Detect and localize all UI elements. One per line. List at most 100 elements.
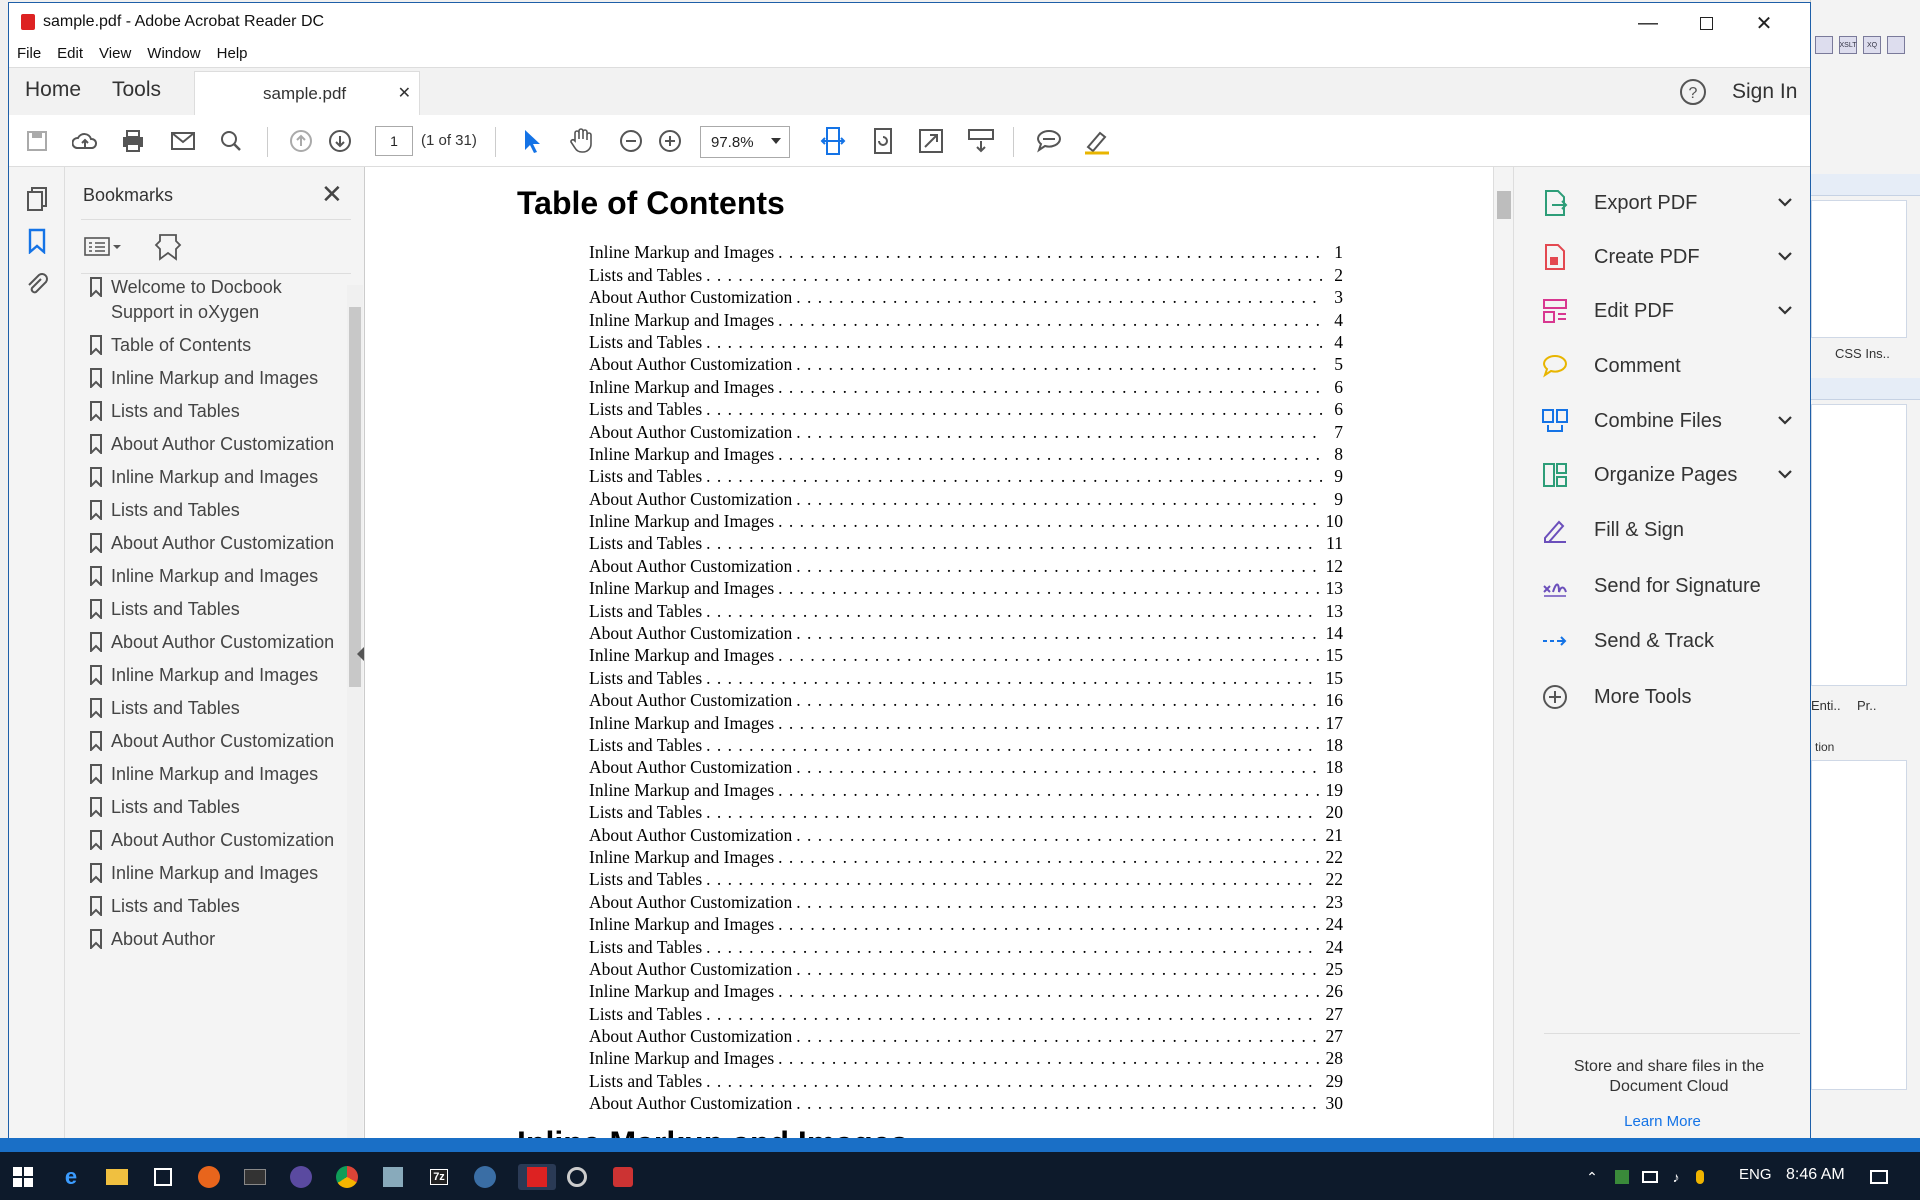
full-screen-icon[interactable]: [915, 125, 947, 157]
bookmark-item[interactable]: Inline Markup and Images: [81, 760, 337, 793]
bookmarks-icon[interactable]: [23, 227, 51, 255]
bookmark-item[interactable]: Inline Markup and Images: [81, 859, 337, 892]
highlight-icon[interactable]: [1081, 125, 1113, 157]
xslt-icon[interactable]: XSLT: [1839, 36, 1857, 54]
notes-app-icon[interactable]: [380, 1164, 406, 1190]
bookmark-scrollbar[interactable]: [347, 285, 363, 1145]
bookmark-item[interactable]: About Author Customization: [81, 727, 337, 760]
chevron-down-icon[interactable]: [1777, 302, 1793, 320]
terminal-icon[interactable]: [242, 1164, 268, 1190]
tool-edit-pdf[interactable]: Edit PDF: [1514, 289, 1811, 333]
zoom-select[interactable]: 97.8%: [700, 126, 790, 158]
tool-export-pdf[interactable]: Export PDF: [1514, 181, 1811, 225]
close-panel-icon[interactable]: ✕: [321, 179, 343, 210]
bookmark-item[interactable]: Inline Markup and Images: [81, 661, 337, 694]
toc-row[interactable]: Inline Markup and Images. . . . . . . . …: [589, 510, 1343, 532]
tool-fill-sign[interactable]: Fill & Sign: [1514, 508, 1811, 552]
toc-row[interactable]: Inline Markup and Images. . . . . . . . …: [589, 241, 1343, 263]
email-icon[interactable]: [167, 125, 199, 157]
tool-combine-files[interactable]: Combine Files: [1514, 399, 1811, 443]
bookmark-item[interactable]: Lists and Tables: [81, 793, 337, 826]
menu-edit[interactable]: Edit: [49, 41, 91, 67]
chrome-icon[interactable]: [334, 1164, 360, 1190]
background-tool-icon[interactable]: [1815, 36, 1833, 54]
menu-view[interactable]: View: [91, 41, 139, 67]
scroll-thumb[interactable]: [1497, 191, 1511, 219]
toc-row[interactable]: Inline Markup and Images. . . . . . . . …: [589, 778, 1343, 800]
toc-row[interactable]: Lists and Tables. . . . . . . . . . . . …: [589, 868, 1343, 890]
page-thumbnails-icon[interactable]: [23, 185, 51, 213]
settings-gear-icon[interactable]: [564, 1164, 590, 1190]
menu-help[interactable]: Help: [209, 41, 256, 67]
network-icon[interactable]: [1640, 1164, 1660, 1190]
windows-start-icon[interactable]: [10, 1164, 36, 1190]
toc-row[interactable]: About Author Customization. . . . . . . …: [589, 487, 1343, 509]
toc-row[interactable]: Lists and Tables. . . . . . . . . . . . …: [589, 263, 1343, 285]
next-page-icon[interactable]: [324, 125, 356, 157]
toc-row[interactable]: Inline Markup and Images. . . . . . . . …: [589, 711, 1343, 733]
bookmark-item[interactable]: Table of Contents: [81, 331, 337, 364]
bookmark-item[interactable]: Lists and Tables: [81, 496, 337, 529]
toc-row[interactable]: About Author Customization. . . . . . . …: [589, 958, 1343, 980]
menu-window[interactable]: Window: [139, 41, 208, 67]
fit-width-icon[interactable]: [817, 125, 849, 157]
bookmark-item[interactable]: Lists and Tables: [81, 694, 337, 727]
tool-create-pdf[interactable]: Create PDF: [1514, 235, 1811, 279]
toc-row[interactable]: Lists and Tables. . . . . . . . . . . . …: [589, 1069, 1343, 1091]
chevron-down-icon[interactable]: [1777, 466, 1793, 484]
scroll-mode-icon[interactable]: [965, 125, 997, 157]
properties-tab[interactable]: Pr..: [1857, 698, 1877, 713]
minimize-icon[interactable]: —: [1619, 7, 1677, 39]
scroll-thumb[interactable]: [349, 307, 361, 687]
menu-file[interactable]: File: [9, 41, 49, 67]
toc-row[interactable]: Lists and Tables. . . . . . . . . . . . …: [589, 465, 1343, 487]
edge-icon[interactable]: e: [58, 1164, 84, 1190]
toc-row[interactable]: Inline Markup and Images. . . . . . . . …: [589, 443, 1343, 465]
toc-row[interactable]: Inline Markup and Images. . . . . . . . …: [589, 644, 1343, 666]
toc-row[interactable]: Lists and Tables. . . . . . . . . . . . …: [589, 666, 1343, 688]
toc-row[interactable]: About Author Customization. . . . . . . …: [589, 689, 1343, 711]
xq-icon[interactable]: XQ: [1863, 36, 1881, 54]
tray-chevron-up-icon[interactable]: ⌃: [1582, 1164, 1602, 1190]
maximize-icon[interactable]: [1677, 7, 1735, 39]
tab-tools[interactable]: Tools: [112, 78, 161, 102]
bookmark-item[interactable]: About Author Customization: [81, 529, 337, 562]
toc-row[interactable]: About Author Customization. . . . . . . …: [589, 554, 1343, 576]
toc-row[interactable]: Inline Markup and Images. . . . . . . . …: [589, 1047, 1343, 1069]
search-icon[interactable]: [215, 125, 247, 157]
bookmark-item[interactable]: Lists and Tables: [81, 397, 337, 430]
help-icon[interactable]: ?: [1679, 78, 1707, 112]
toc-row[interactable]: Lists and Tables. . . . . . . . . . . . …: [589, 532, 1343, 554]
chevron-down-icon[interactable]: [1777, 248, 1793, 266]
rotate-icon[interactable]: [867, 125, 899, 157]
tool-more-tools[interactable]: More Tools: [1514, 675, 1811, 719]
toc-row[interactable]: Lists and Tables. . . . . . . . . . . . …: [589, 331, 1343, 353]
toc-row[interactable]: About Author Customization. . . . . . . …: [589, 420, 1343, 442]
toc-row[interactable]: Lists and Tables. . . . . . . . . . . . …: [589, 1002, 1343, 1024]
learn-more-link[interactable]: Learn More: [1514, 1113, 1811, 1130]
toc-row[interactable]: Inline Markup and Images. . . . . . . . …: [589, 577, 1343, 599]
acrobat-taskbar-icon[interactable]: [518, 1164, 556, 1190]
bookmark-item[interactable]: About Author Customization: [81, 826, 337, 859]
tool-organize-pages[interactable]: Organize Pages: [1514, 453, 1811, 497]
toc-row[interactable]: Inline Markup and Images. . . . . . . . …: [589, 846, 1343, 868]
toc-row[interactable]: About Author Customization. . . . . . . …: [589, 756, 1343, 778]
toc-row[interactable]: Lists and Tables. . . . . . . . . . . . …: [589, 935, 1343, 957]
tool-comment[interactable]: Comment: [1514, 344, 1811, 388]
toc-row[interactable]: About Author Customization. . . . . . . …: [589, 1092, 1343, 1114]
bookmark-item[interactable]: Inline Markup and Images: [81, 562, 337, 595]
file-explorer-icon[interactable]: [104, 1164, 130, 1190]
settings-icon[interactable]: [1887, 36, 1905, 54]
toc-row[interactable]: About Author Customization. . . . . . . …: [589, 353, 1343, 375]
css-inspector-tab[interactable]: CSS Ins..: [1835, 346, 1890, 361]
tab-document[interactable]: sample.pdf ✕: [194, 71, 420, 116]
toc-row[interactable]: About Author Customization. . . . . . . …: [589, 622, 1343, 644]
close-tab-icon[interactable]: ✕: [398, 83, 411, 103]
input-language[interactable]: ENG: [1739, 1166, 1772, 1183]
bookmark-item[interactable]: Inline Markup and Images: [81, 463, 337, 496]
bookmark-item[interactable]: About Author Customization: [81, 430, 337, 463]
save-icon[interactable]: [21, 125, 53, 157]
toc-row[interactable]: Inline Markup and Images. . . . . . . . …: [589, 980, 1343, 1002]
toc-row[interactable]: Lists and Tables. . . . . . . . . . . . …: [589, 398, 1343, 420]
bookmark-item[interactable]: Lists and Tables: [81, 595, 337, 628]
